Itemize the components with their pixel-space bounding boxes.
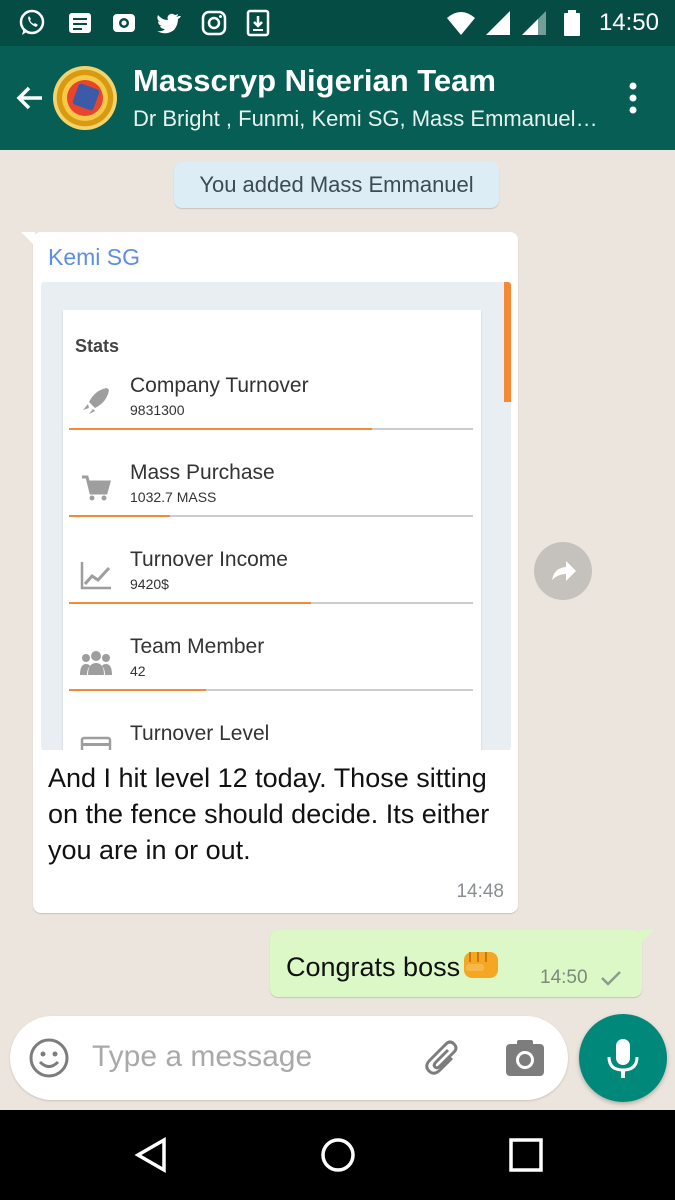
system-message: You added Mass Emmanuel xyxy=(174,162,499,208)
system-nav-bar xyxy=(0,1110,675,1200)
stat-value: 9420$ xyxy=(130,576,169,592)
status-bar: 14:50 xyxy=(0,0,675,46)
stat-value: 1032.7 MASS xyxy=(130,489,217,505)
stat-progress xyxy=(69,428,473,430)
message-input[interactable]: Type a message xyxy=(92,1040,312,1074)
image-scrollbar xyxy=(504,282,511,402)
message-text: And I hit level 12 today. Those sitting … xyxy=(48,763,490,865)
stat-progress xyxy=(69,602,473,604)
group-title[interactable]: Masscryp Nigerian Team xyxy=(133,63,496,99)
stat-value: 42 xyxy=(130,663,146,679)
chat-header: Masscryp Nigerian Team Dr Bright , Funmi… xyxy=(0,46,675,150)
stat-turnover-level: Turnover Level xyxy=(63,708,481,750)
stat-name: Mass Purchase xyxy=(130,461,275,484)
stat-progress xyxy=(69,515,473,517)
message-composer[interactable]: Type a message xyxy=(10,1016,568,1100)
signal-icon-2 xyxy=(522,11,546,35)
microphone-icon xyxy=(607,1039,639,1078)
stat-progress xyxy=(69,689,473,691)
nav-recents-icon[interactable] xyxy=(506,1135,546,1175)
stat-turnover-income: Turnover Income 9420$ xyxy=(63,534,481,620)
shared-image[interactable]: Stats Company Turnover 9831300 Mass Purc… xyxy=(41,282,511,750)
stat-name: Team Member xyxy=(130,635,265,658)
wifi-icon xyxy=(447,12,475,35)
status-time: 14:50 xyxy=(598,9,659,36)
sender-name[interactable]: Kemi SG xyxy=(48,244,140,271)
stat-company-turnover: Company Turnover 9831300 xyxy=(63,360,481,446)
more-options-icon[interactable] xyxy=(618,78,648,118)
outgoing-message[interactable]: Congrats boss 14:50 xyxy=(270,930,654,997)
cart-icon xyxy=(82,475,111,501)
voice-record-button[interactable] xyxy=(579,1014,667,1102)
attach-icon[interactable] xyxy=(422,1036,466,1080)
signal-icon xyxy=(486,11,510,35)
message-icon xyxy=(69,13,91,33)
back-arrow-icon[interactable] xyxy=(12,80,48,116)
stat-name: Company Turnover xyxy=(130,374,309,397)
chart-line-icon xyxy=(80,562,111,590)
message-text-content: Congrats boss xyxy=(286,952,461,982)
stat-value: 9831300 xyxy=(130,402,185,418)
incoming-message[interactable]: Kemi SG Stats Company Turnover 9831300 M… xyxy=(21,232,518,913)
nav-back-icon[interactable] xyxy=(132,1135,172,1175)
stat-mass-purchase: Mass Purchase 1032.7 MASS xyxy=(63,447,481,533)
message-time: 14:50 xyxy=(540,967,588,988)
twitter-icon xyxy=(157,13,181,34)
message-time: 14:48 xyxy=(456,881,504,902)
camera-icon[interactable] xyxy=(504,1038,546,1078)
nav-home-icon[interactable] xyxy=(318,1135,358,1175)
group-members[interactable]: Dr Bright , Funmi, Kemi SG, Mass Emmanue… xyxy=(133,106,603,132)
whatsapp-icon xyxy=(19,9,45,35)
fist-emoji-icon xyxy=(464,952,499,978)
stat-name: Turnover Level xyxy=(130,722,270,745)
stat-team-member: Team Member 42 xyxy=(63,621,481,707)
rocket-icon xyxy=(83,388,109,414)
group-icon xyxy=(80,651,112,675)
camera-app-icon xyxy=(113,14,135,32)
sent-check-icon xyxy=(601,971,621,986)
battery-icon xyxy=(564,10,580,36)
instagram-icon xyxy=(201,10,227,36)
forward-icon xyxy=(552,561,576,581)
forward-button[interactable] xyxy=(534,542,592,600)
emoji-icon[interactable] xyxy=(28,1037,70,1079)
stat-name: Turnover Income xyxy=(130,548,288,571)
card-icon xyxy=(80,736,112,750)
download-icon xyxy=(246,9,270,37)
stats-label: Stats xyxy=(75,336,120,356)
stats-card: Stats Company Turnover 9831300 Mass Purc… xyxy=(63,310,481,750)
message-text: Congrats boss xyxy=(286,946,502,983)
group-avatar[interactable] xyxy=(53,66,117,130)
chat-area[interactable]: You added Mass Emmanuel Kemi SG Stats Co… xyxy=(0,150,675,1110)
